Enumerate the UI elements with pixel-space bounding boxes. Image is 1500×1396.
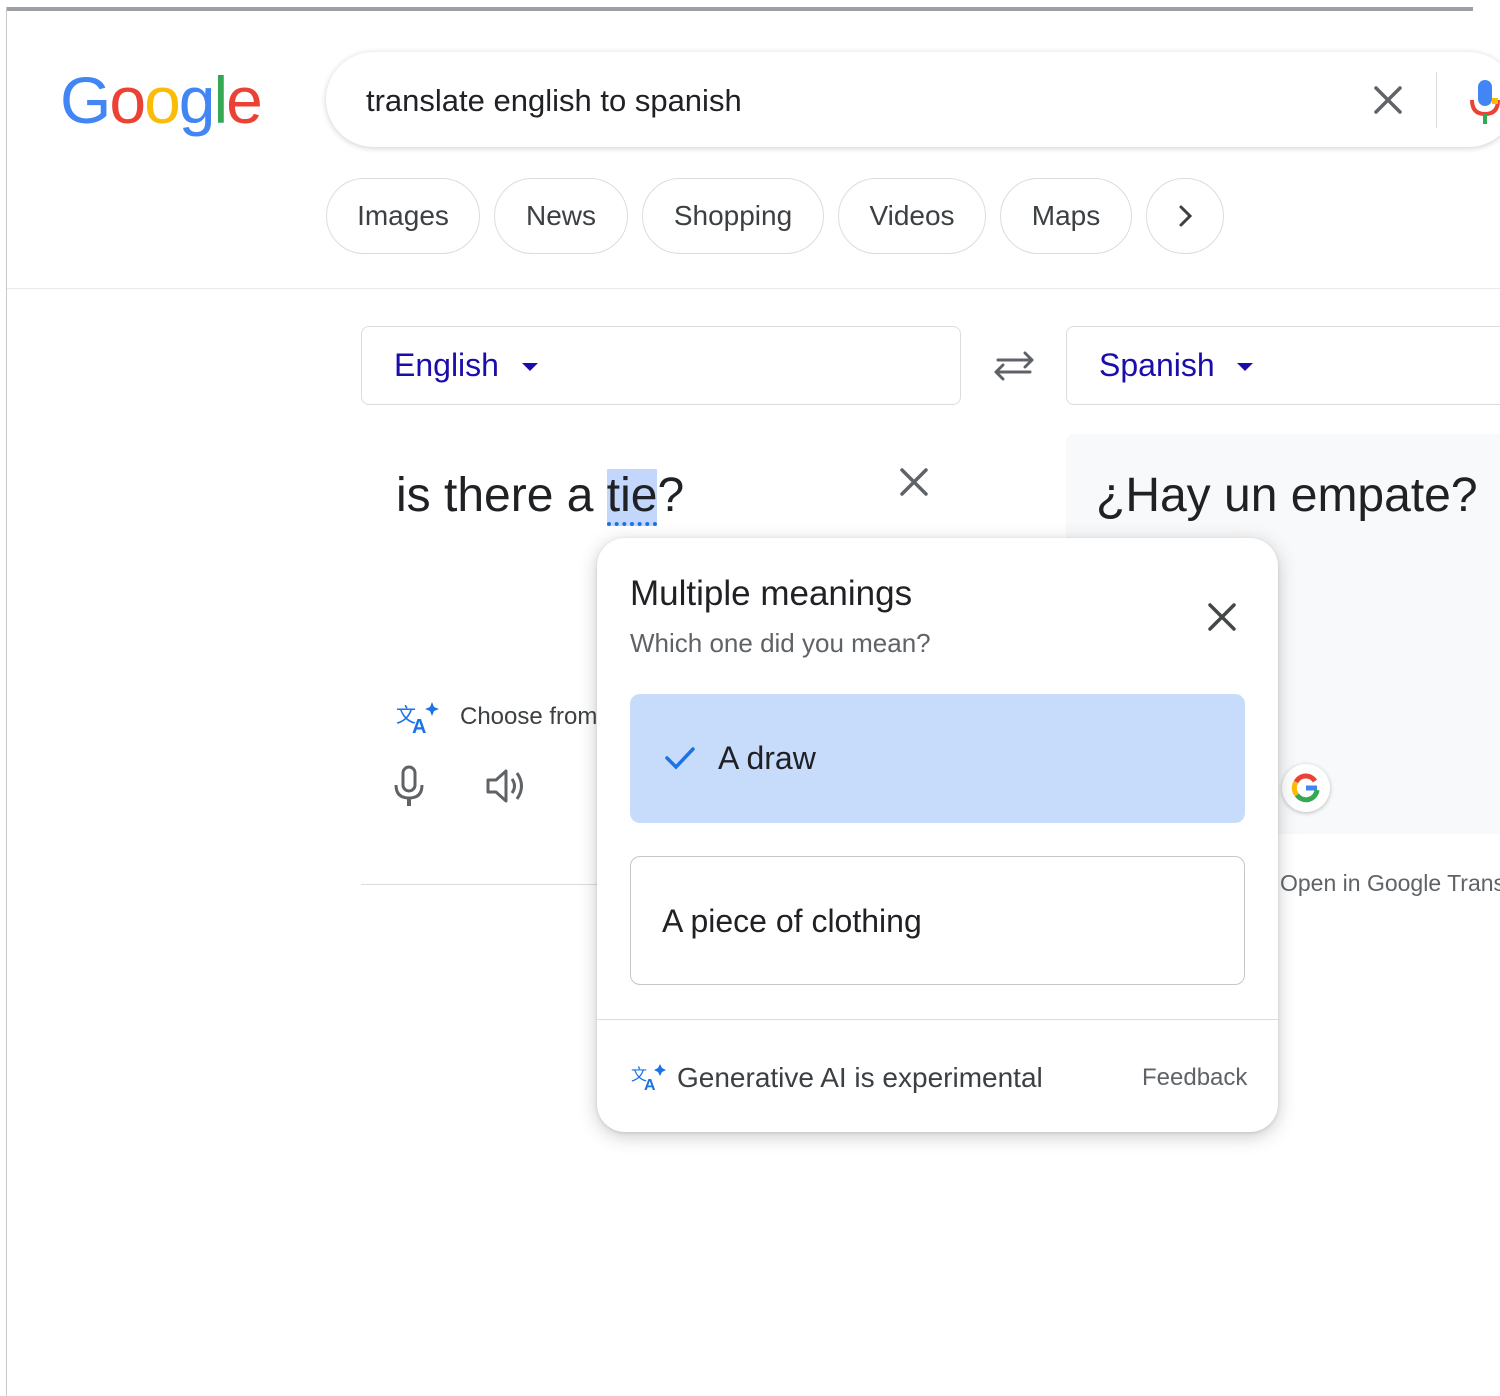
header-divider: [7, 288, 1500, 289]
source-language-label: English: [394, 347, 499, 383]
choose-from-row[interactable]: 文 A Choose from: [396, 700, 597, 741]
top-border: [6, 7, 1473, 11]
search-input[interactable]: translate english to spanish: [366, 83, 742, 119]
clear-source-button[interactable]: [894, 462, 934, 507]
open-in-translate-link[interactable]: Open in Google Translate: [1280, 870, 1500, 897]
google-g-badge[interactable]: [1282, 764, 1330, 812]
voice-input-button[interactable]: [392, 764, 426, 813]
target-language-label: Spanish: [1099, 347, 1215, 383]
clear-search-button[interactable]: [1366, 78, 1410, 122]
caret-down-icon: [1237, 363, 1253, 371]
swap-languages-button[interactable]: [990, 346, 1038, 391]
chips-next-button[interactable]: [1146, 178, 1224, 254]
swap-icon: [994, 351, 1034, 381]
translate-ai-icon: 文 A: [631, 1064, 666, 1092]
option-label: A draw: [718, 740, 816, 776]
dialog-divider: [597, 1019, 1278, 1020]
search-divider: [1436, 72, 1437, 128]
close-icon: [900, 468, 928, 496]
option-label: A piece of clothing: [662, 903, 922, 939]
logo-letter-l: l: [213, 63, 229, 137]
source-text-before: is there a: [396, 469, 607, 522]
open-in-translate-text: Open in Google Translate: [1280, 870, 1500, 896]
target-language-select[interactable]: Spanish: [1066, 326, 1500, 405]
google-logo[interactable]: Google: [60, 62, 263, 138]
dialog-subtitle: Which one did you mean?: [630, 628, 931, 658]
logo-letter-o2: o: [144, 63, 181, 137]
multiple-meanings-dialog: Multiple meanings Which one did you mean…: [597, 538, 1278, 1132]
left-border: [6, 7, 7, 1396]
dialog-title: Multiple meanings: [630, 574, 913, 613]
ai-experimental-notice: Generative AI is experimental: [677, 1062, 1043, 1093]
logo-letter-e: e: [226, 63, 263, 137]
svg-text:A: A: [644, 1077, 656, 1092]
chip-images[interactable]: Images: [326, 178, 480, 254]
speaker-icon: [486, 769, 523, 803]
chevron-right-icon: [1179, 205, 1193, 227]
svg-text:A: A: [412, 716, 426, 736]
listen-button[interactable]: [484, 764, 528, 813]
source-text-after: ?: [657, 469, 685, 522]
caret-down-icon: [522, 363, 538, 371]
chip-shopping[interactable]: Shopping: [642, 178, 824, 254]
voice-search-button[interactable]: [1466, 76, 1500, 131]
search-bar[interactable]: translate english to spanish: [326, 52, 1500, 147]
google-g-icon: [1291, 773, 1320, 803]
chip-videos[interactable]: Videos: [838, 178, 986, 254]
source-language-select[interactable]: English: [361, 326, 961, 405]
feedback-link[interactable]: Feedback: [1142, 1064, 1247, 1092]
translated-text: ¿Hay un empate?: [1096, 469, 1478, 522]
chip-maps[interactable]: Maps: [1000, 178, 1132, 254]
close-dialog-button[interactable]: [1203, 598, 1241, 641]
meaning-option[interactable]: A piece of clothing: [630, 856, 1245, 985]
source-text[interactable]: is there a tie?: [396, 468, 685, 526]
microphone-icon: [1470, 80, 1500, 124]
close-icon: [1208, 603, 1236, 631]
close-icon: [1374, 86, 1402, 114]
ambiguous-word[interactable]: tie: [606, 469, 658, 526]
logo-letter-g: G: [60, 63, 111, 137]
chip-news[interactable]: News: [494, 178, 628, 254]
choose-from-text: Choose from: [460, 703, 598, 730]
logo-letter-o1: o: [109, 63, 146, 137]
meaning-option-selected[interactable]: A draw: [630, 694, 1245, 823]
logo-letter-g2: g: [178, 63, 216, 137]
microphone-icon: [394, 765, 424, 806]
translate-ai-icon: 文 A: [396, 702, 439, 738]
check-icon: [665, 747, 695, 770]
